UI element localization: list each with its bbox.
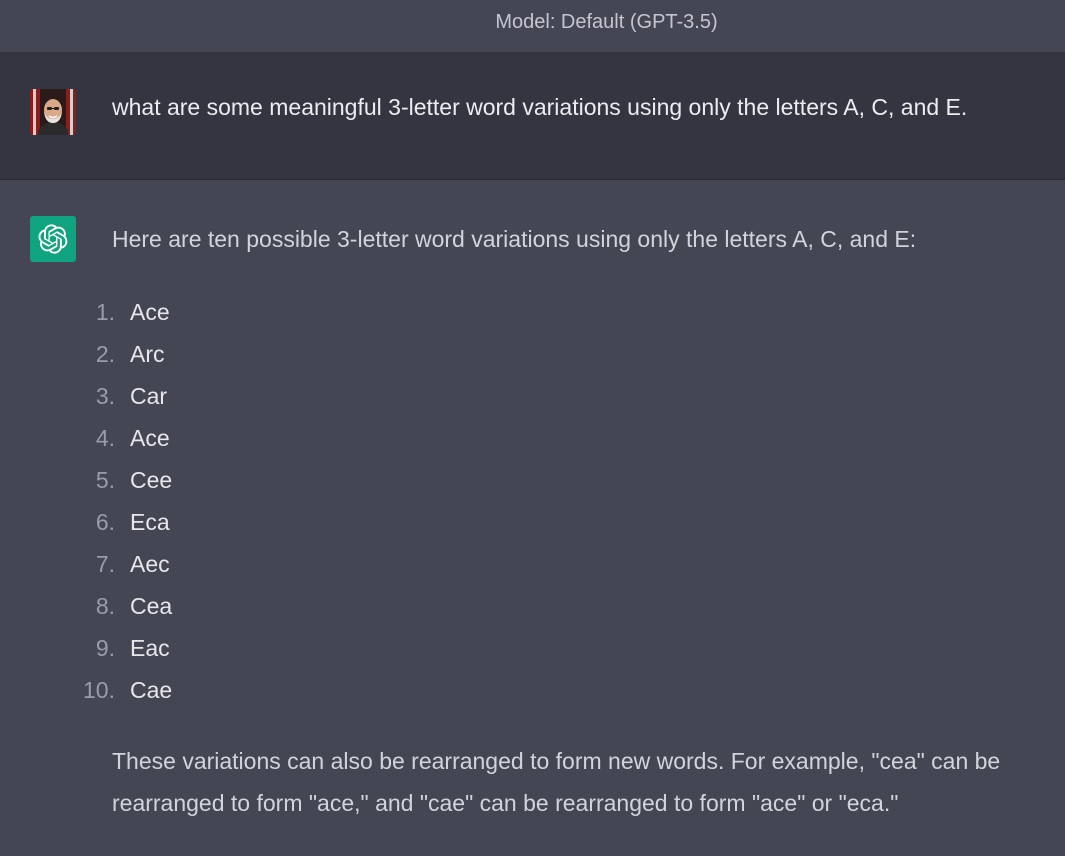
list-item-number: 4. [95,425,115,451]
list-item-number: 1. [95,299,115,325]
list-item: 2. Arc [0,336,172,378]
list-item-number: 9. [95,635,115,661]
list-item-word: Ace [130,299,170,325]
list-item: 10. Cae [0,672,172,714]
list-item-number: 2. [95,341,115,367]
list-item-word: Cee [130,467,173,493]
list-item: 9. Eac [0,630,172,672]
list-item-word: Cea [130,593,173,619]
list-item-number: 10. [83,677,115,703]
list-item-word: Aec [130,551,170,577]
list-item-word: Car [130,383,168,409]
user-avatar [30,89,76,135]
list-item: 1. Ace [0,294,172,336]
list-item: 4. Ace [0,420,172,462]
word-list: 1. Ace 2. Arc 3. Car 4. Ace 5. Cee 6. Eca 7. Ae… [0,294,172,714]
list-item-word: Cae [130,677,173,703]
list-item-word: Arc [130,341,165,367]
openai-logo-icon [30,216,76,262]
model-label: Model: Default (GPT-3.5) [0,0,1065,53]
list-item-word: Eac [130,635,170,661]
list-item: 6. Eca [0,504,172,546]
assistant-message-row: Here are ten possible 3-letter word vari… [0,180,1065,856]
list-item-number: 5. [95,467,115,493]
list-item: 5. Cee [0,462,172,504]
list-item-number: 8. [95,593,115,619]
list-item: 7. Aec [0,546,172,588]
list-item-number: 7. [95,551,115,577]
list-item-word: Ace [130,425,170,451]
user-message-text: what are some meaningful 3-letter word v… [112,94,968,120]
list-item-number: 6. [95,509,115,535]
list-item: 8. Cea [0,588,172,630]
assistant-outro-text: These variations can also be rearranged … [112,748,1001,816]
assistant-intro-text: Here are ten possible 3-letter word vari… [112,226,917,252]
list-item-number: 3. [95,383,115,409]
list-item-word: Eca [130,509,170,535]
user-message-row: what are some meaningful 3-letter word v… [0,53,1065,180]
list-item: 3. Car [0,378,172,420]
